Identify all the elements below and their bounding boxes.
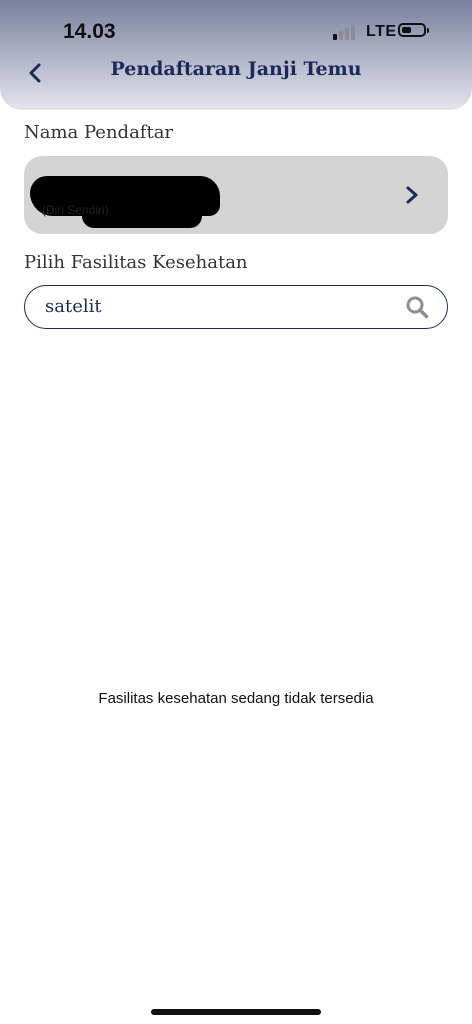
registrant-section-label: Nama Pendaftar [24,122,174,143]
facility-search-input[interactable] [45,286,385,327]
page-title: Pendaftaran Janji Temu [110,58,362,80]
home-indicator[interactable] [151,1009,321,1015]
registrant-selector[interactable]: (Diri Sendiri) [24,156,448,234]
chevron-right-icon [406,186,418,204]
registrant-relation: (Diri Sendiri) [42,203,109,217]
status-time: 14.03 [63,20,116,43]
app-header: 14.03 LTE Pendaftaran Janji Temu [0,0,472,110]
facility-section-label: Pilih Fasilitas Kesehatan [24,252,248,273]
signal-icon [333,24,359,40]
facility-search-box[interactable] [24,285,448,329]
battery-icon [398,23,429,37]
network-label: LTE [366,23,397,40]
empty-state-message: Fasilitas kesehatan sedang tidak tersedi… [98,690,374,707]
search-icon[interactable] [405,295,429,319]
